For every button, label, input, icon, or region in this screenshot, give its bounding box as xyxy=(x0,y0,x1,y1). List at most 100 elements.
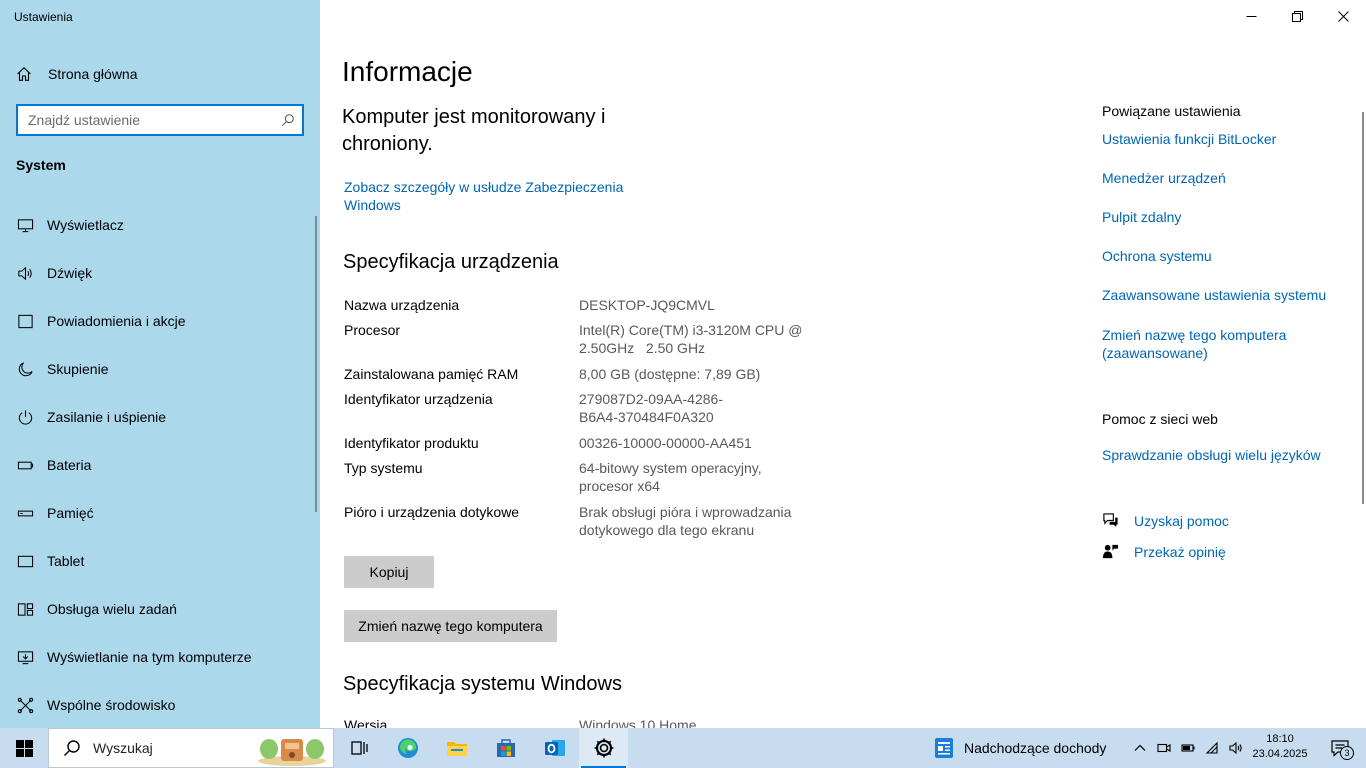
sidebar-item-notifications[interactable]: Powiadomienia i akcje xyxy=(0,297,314,345)
spec-key: Identyfikator urządzenia xyxy=(344,391,493,407)
task-view-button[interactable] xyxy=(334,728,383,768)
network-tray-button[interactable] xyxy=(1200,728,1224,768)
sidebar-item-tablet[interactable]: Tablet xyxy=(0,537,314,585)
home-nav-item[interactable]: Strona główna xyxy=(16,62,138,86)
news-icon xyxy=(935,738,953,758)
settings-search-input[interactable] xyxy=(18,106,274,134)
main-content: Informacje Komputer jest monitorowany i … xyxy=(320,0,1366,728)
taskbar: Wyszukaj Nadchodzące dochody 18:10 23.04… xyxy=(0,728,1366,768)
feedback-person-icon xyxy=(1102,544,1119,559)
sidebar-item-label: Wyświetlanie na tym komputerze xyxy=(47,649,252,665)
sidebar-item-label: Skupienie xyxy=(47,361,109,377)
edge-icon xyxy=(397,738,418,758)
news-interests-widget[interactable]: Nadchodzące dochody xyxy=(934,728,1106,768)
sidebar-item-sound[interactable]: Dźwięk xyxy=(0,249,314,297)
sidebar-item-storage[interactable]: Pamięć xyxy=(0,489,314,537)
spec-row: Nazwa urządzenia DESKTOP-JQ9CMVL xyxy=(344,296,809,321)
sidebar-item-multitasking[interactable]: Obsługa wielu zadań xyxy=(0,585,314,633)
get-help-item[interactable]: Uzyskaj pomoc xyxy=(1102,512,1229,529)
notification-icon xyxy=(16,312,34,330)
speaker-icon xyxy=(16,264,34,282)
sidebar-item-power-sleep[interactable]: Zasilanie i uśpienie xyxy=(0,393,314,441)
clock-time: 18:10 xyxy=(1266,733,1294,745)
feedback-link[interactable]: Przekaż opinię xyxy=(1134,544,1226,560)
security-details-link[interactable]: Zobacz szczegóły w usłudze Zabezpieczeni… xyxy=(344,178,644,214)
device-manager-link[interactable]: Menedżer urządzeń xyxy=(1102,169,1342,187)
home-icon xyxy=(17,67,31,81)
main-scrollbar[interactable] xyxy=(1362,112,1364,504)
outlook-icon xyxy=(544,740,565,756)
protection-status: Komputer jest monitorowany i chroniony. xyxy=(342,106,606,155)
shared-experiences-icon xyxy=(16,696,34,714)
speaker-icon xyxy=(1229,741,1242,755)
task-view-icon xyxy=(350,741,368,755)
spec-key: Typ systemu xyxy=(344,460,423,476)
copy-button[interactable]: Kopiuj xyxy=(344,556,434,588)
home-label: Strona główna xyxy=(48,66,138,82)
multilanguage-support-link[interactable]: Sprawdzanie obsługi wielu języków xyxy=(1102,446,1342,464)
spec-value: 64-bitowy system operacyjny, procesor x6… xyxy=(579,460,762,494)
system-protection-link[interactable]: Ochrona systemu xyxy=(1102,247,1342,265)
feedback-item[interactable]: Przekaż opinię xyxy=(1102,543,1226,560)
sidebar-item-label: Obsługa wielu zadań xyxy=(47,601,177,617)
edge-button[interactable] xyxy=(383,728,432,768)
rename-pc-advanced-link[interactable]: Zmień nazwę tego komputera (zaawansowane… xyxy=(1102,326,1302,362)
sidebar-item-battery[interactable]: Bateria xyxy=(0,441,314,489)
sidebar-item-label: Zasilanie i uśpienie xyxy=(47,409,167,425)
file-explorer-icon xyxy=(446,742,467,756)
taskbar-search-box[interactable]: Wyszukaj xyxy=(48,728,334,768)
spec-key: Procesor xyxy=(344,322,401,338)
clock-date: 23.04.2025 xyxy=(1252,748,1308,760)
volume-tray-button[interactable] xyxy=(1224,728,1248,768)
battery-icon xyxy=(16,456,34,474)
wifi-icon xyxy=(1205,741,1218,754)
page-title: Informacje xyxy=(342,56,473,87)
sidebar-item-focus[interactable]: Skupienie xyxy=(0,345,314,393)
remote-desktop-link[interactable]: Pulpit zdalny xyxy=(1102,208,1342,226)
spec-value: Brak obsługi pióra i wprowadzania dotyko… xyxy=(579,504,792,538)
show-hidden-icons-button[interactable] xyxy=(1128,728,1152,768)
store-icon xyxy=(496,739,515,757)
sidebar-scrollbar[interactable] xyxy=(315,216,317,512)
spec-row: Wersja Windows 10 Home xyxy=(344,717,697,728)
sidebar-item-display[interactable]: Wyświetlacz xyxy=(0,201,314,249)
get-help-link[interactable]: Uzyskaj pomoc xyxy=(1134,513,1229,529)
chevron-up-icon xyxy=(1134,744,1146,751)
settings-taskbar-button[interactable] xyxy=(579,728,628,768)
taskbar-search-placeholder: Wyszukaj xyxy=(93,740,153,756)
storage-icon xyxy=(16,504,34,522)
sidebar-item-label: Powiadomienia i akcje xyxy=(47,313,186,329)
windows-logo-icon xyxy=(15,739,33,757)
sidebar-item-projecting[interactable]: Wyświetlanie na tym komputerze xyxy=(0,633,314,681)
section-label-system: System xyxy=(16,157,66,173)
spec-key: Wersja xyxy=(344,717,388,728)
advanced-system-settings-link[interactable]: Zaawansowane ustawienia systemu xyxy=(1102,286,1342,304)
web-help-heading: Pomoc z sieci web xyxy=(1102,411,1218,427)
search-icon[interactable] xyxy=(274,113,302,127)
start-button[interactable] xyxy=(0,728,48,768)
sidebar-item-label: Bateria xyxy=(47,457,92,473)
sidebar-item-shared-experiences[interactable]: Wspólne środowisko xyxy=(0,681,314,728)
spec-value: Windows 10 Home xyxy=(579,717,697,728)
battery-tray-button[interactable] xyxy=(1176,728,1200,768)
outlook-button[interactable] xyxy=(530,728,579,768)
bitlocker-settings-link[interactable]: Ustawienia funkcji BitLocker xyxy=(1102,130,1342,148)
device-spec-heading: Specyfikacja urządzenia xyxy=(343,251,559,273)
meet-now-button[interactable] xyxy=(1152,728,1176,768)
settings-search-box[interactable] xyxy=(16,104,304,136)
monitor-icon xyxy=(16,216,34,234)
news-text: Nadchodzące dochody xyxy=(964,740,1107,756)
sidebar-item-label: Pamięć xyxy=(47,505,94,521)
file-explorer-button[interactable] xyxy=(432,728,481,768)
spec-row: Pióro i urządzenia dotykowe Brak obsługi… xyxy=(344,503,809,547)
spec-row: Identyfikator produktu 00326-10000-00000… xyxy=(344,434,809,459)
spec-value: DESKTOP-JQ9CMVL xyxy=(579,297,715,313)
spec-row: Typ systemu 64-bitowy system operacyjny,… xyxy=(344,459,809,503)
store-button[interactable] xyxy=(481,728,530,768)
spec-value: Intel(R) Core(TM) i3-3120M CPU @ 2.50GHz… xyxy=(579,322,807,356)
spec-key: Identyfikator produktu xyxy=(344,435,479,451)
rename-pc-button[interactable]: Zmień nazwę tego komputera xyxy=(344,610,557,642)
action-center-button[interactable]: 3 xyxy=(1320,728,1360,768)
settings-icon xyxy=(594,738,613,758)
taskbar-clock[interactable]: 18:10 23.04.2025 xyxy=(1248,732,1312,762)
